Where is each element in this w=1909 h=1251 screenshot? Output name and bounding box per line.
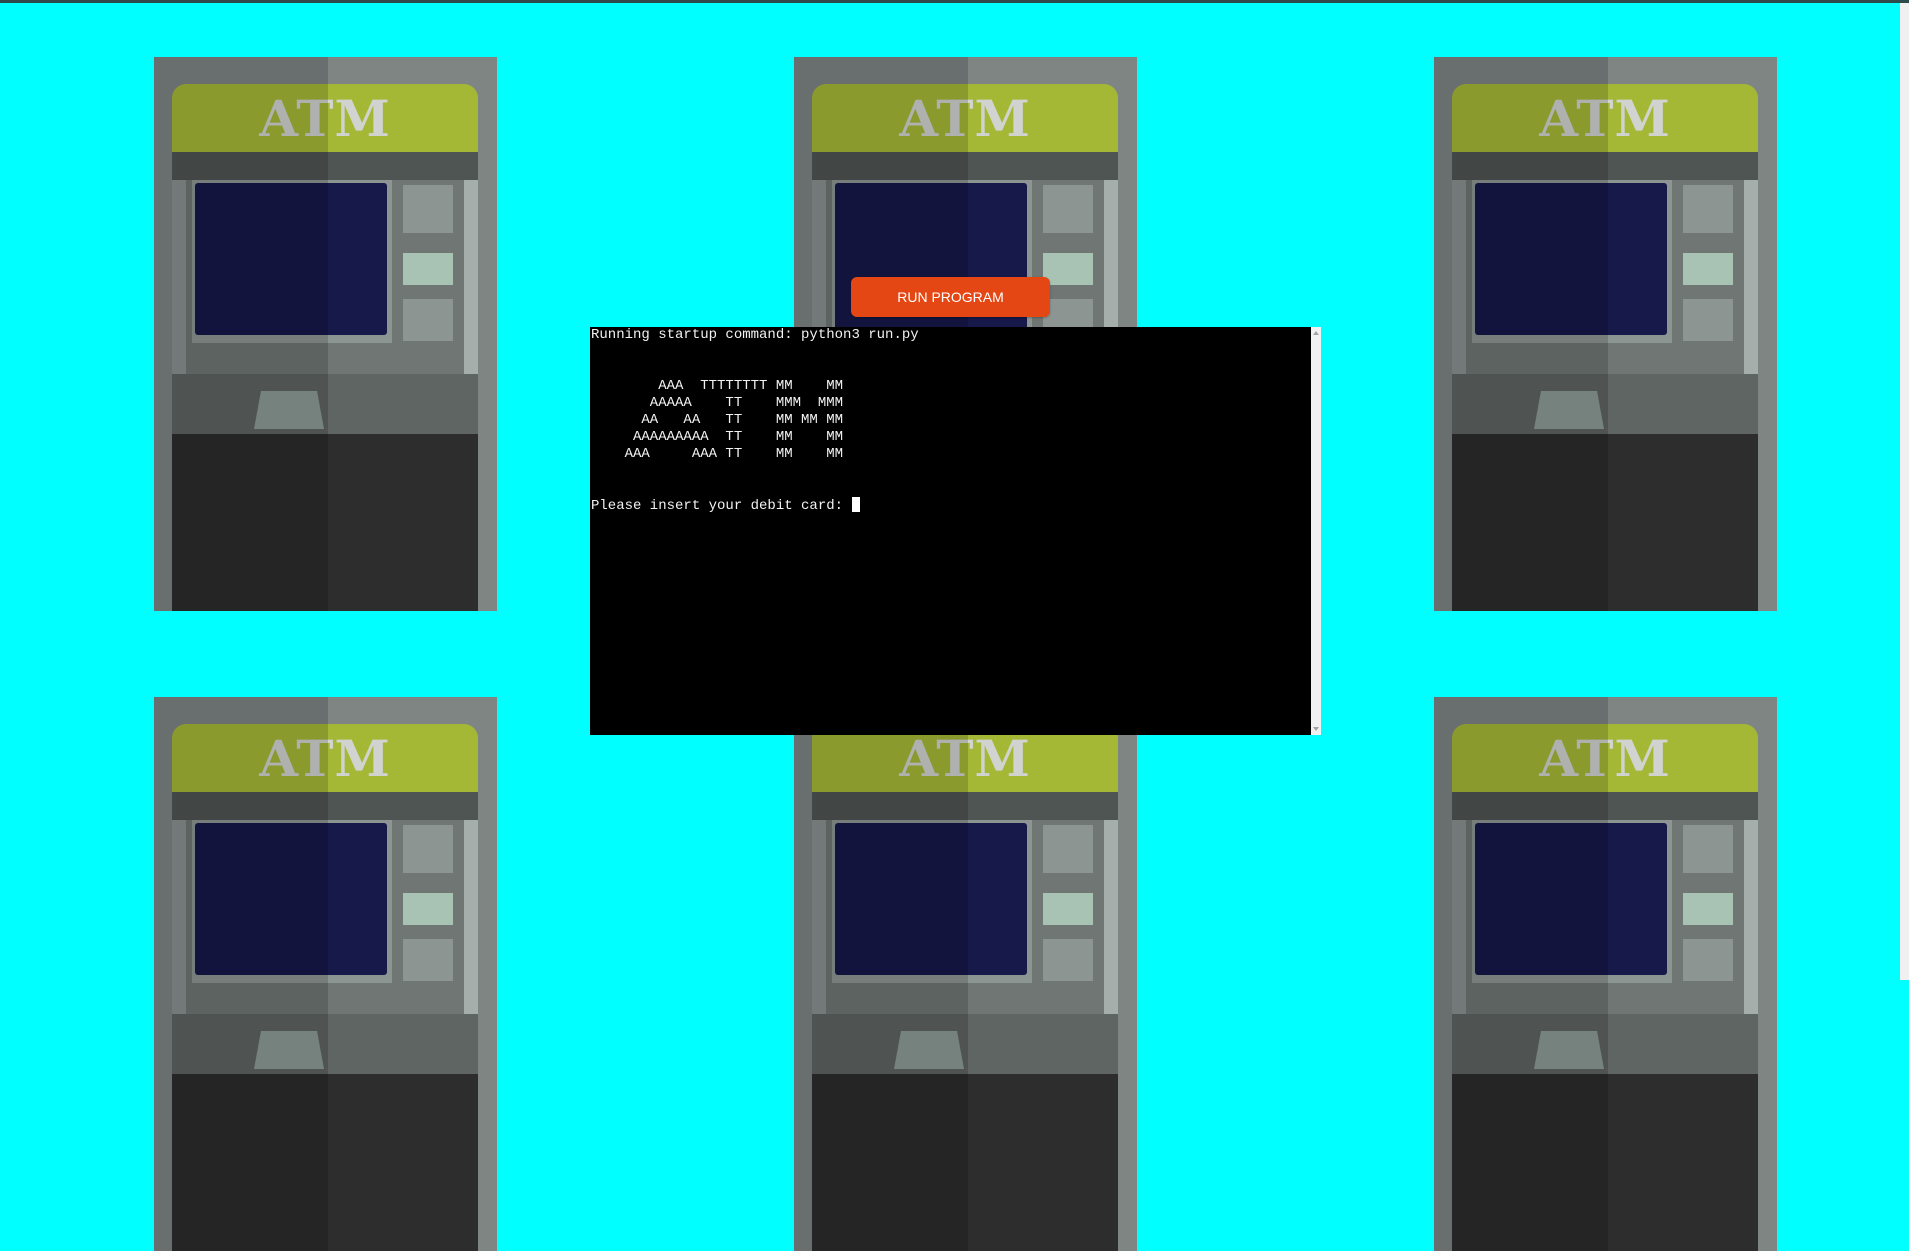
card-slot [1534, 1031, 1604, 1069]
ascii-banner-line: AA AA TT MM MM MM [591, 412, 844, 428]
atm-screen [195, 823, 387, 975]
atm-screen [1475, 823, 1667, 975]
atm-sign-text: ATM [1539, 88, 1671, 148]
page-scrollbar[interactable] [1900, 3, 1909, 980]
scroll-up-icon[interactable] [1313, 331, 1319, 335]
startup-command-line: Running startup command: python3 run.py [591, 327, 919, 343]
card-slot [894, 1031, 964, 1069]
ascii-banner-line: AAAAA TT MMM MMM [591, 395, 844, 411]
atm-screen [835, 823, 1027, 975]
ascii-banner-line: AAA TTTTTTTT MM MM [591, 378, 844, 394]
atm-sign: ATM [1452, 724, 1758, 792]
atm-sign: ATM [812, 84, 1118, 152]
atm-screen [195, 183, 387, 335]
atm-sign: ATM [172, 84, 478, 152]
atm-sign-text: ATM [1539, 728, 1671, 788]
atm-sign: ATM [172, 724, 478, 792]
atm-sign-text: ATM [259, 88, 391, 148]
ascii-banner-line: AAAAAAAAA TT MM MM [591, 429, 844, 445]
atm-sign-text: ATM [259, 728, 391, 788]
atm-screen [1475, 183, 1667, 335]
terminal-output: Running startup command: python3 run.py … [591, 327, 919, 515]
terminal-scrollbar[interactable] [1311, 327, 1321, 735]
scroll-down-icon[interactable] [1313, 727, 1319, 731]
terminal-cursor[interactable] [852, 497, 861, 512]
debit-card-prompt: Please insert your debit card: [591, 498, 852, 514]
run-program-button[interactable]: RUN PROGRAM [851, 277, 1050, 317]
card-slot [254, 391, 324, 429]
atm-illustration: ATM [794, 697, 1137, 1251]
atm-sign-text: ATM [899, 88, 1031, 148]
card-slot [1534, 391, 1604, 429]
atm-illustration: ATM [154, 57, 497, 611]
atm-illustration: ATM [1434, 697, 1777, 1251]
atm-sign: ATM [1452, 84, 1758, 152]
atm-illustration: ATM [154, 697, 497, 1251]
atm-sign-text: ATM [899, 728, 1031, 788]
browser-top-border [0, 0, 1909, 3]
ascii-banner-line: AAA AAA TT MM MM [591, 446, 844, 462]
card-slot [254, 1031, 324, 1069]
terminal-window[interactable]: Running startup command: python3 run.py … [590, 327, 1321, 735]
atm-illustration: ATM [1434, 57, 1777, 611]
